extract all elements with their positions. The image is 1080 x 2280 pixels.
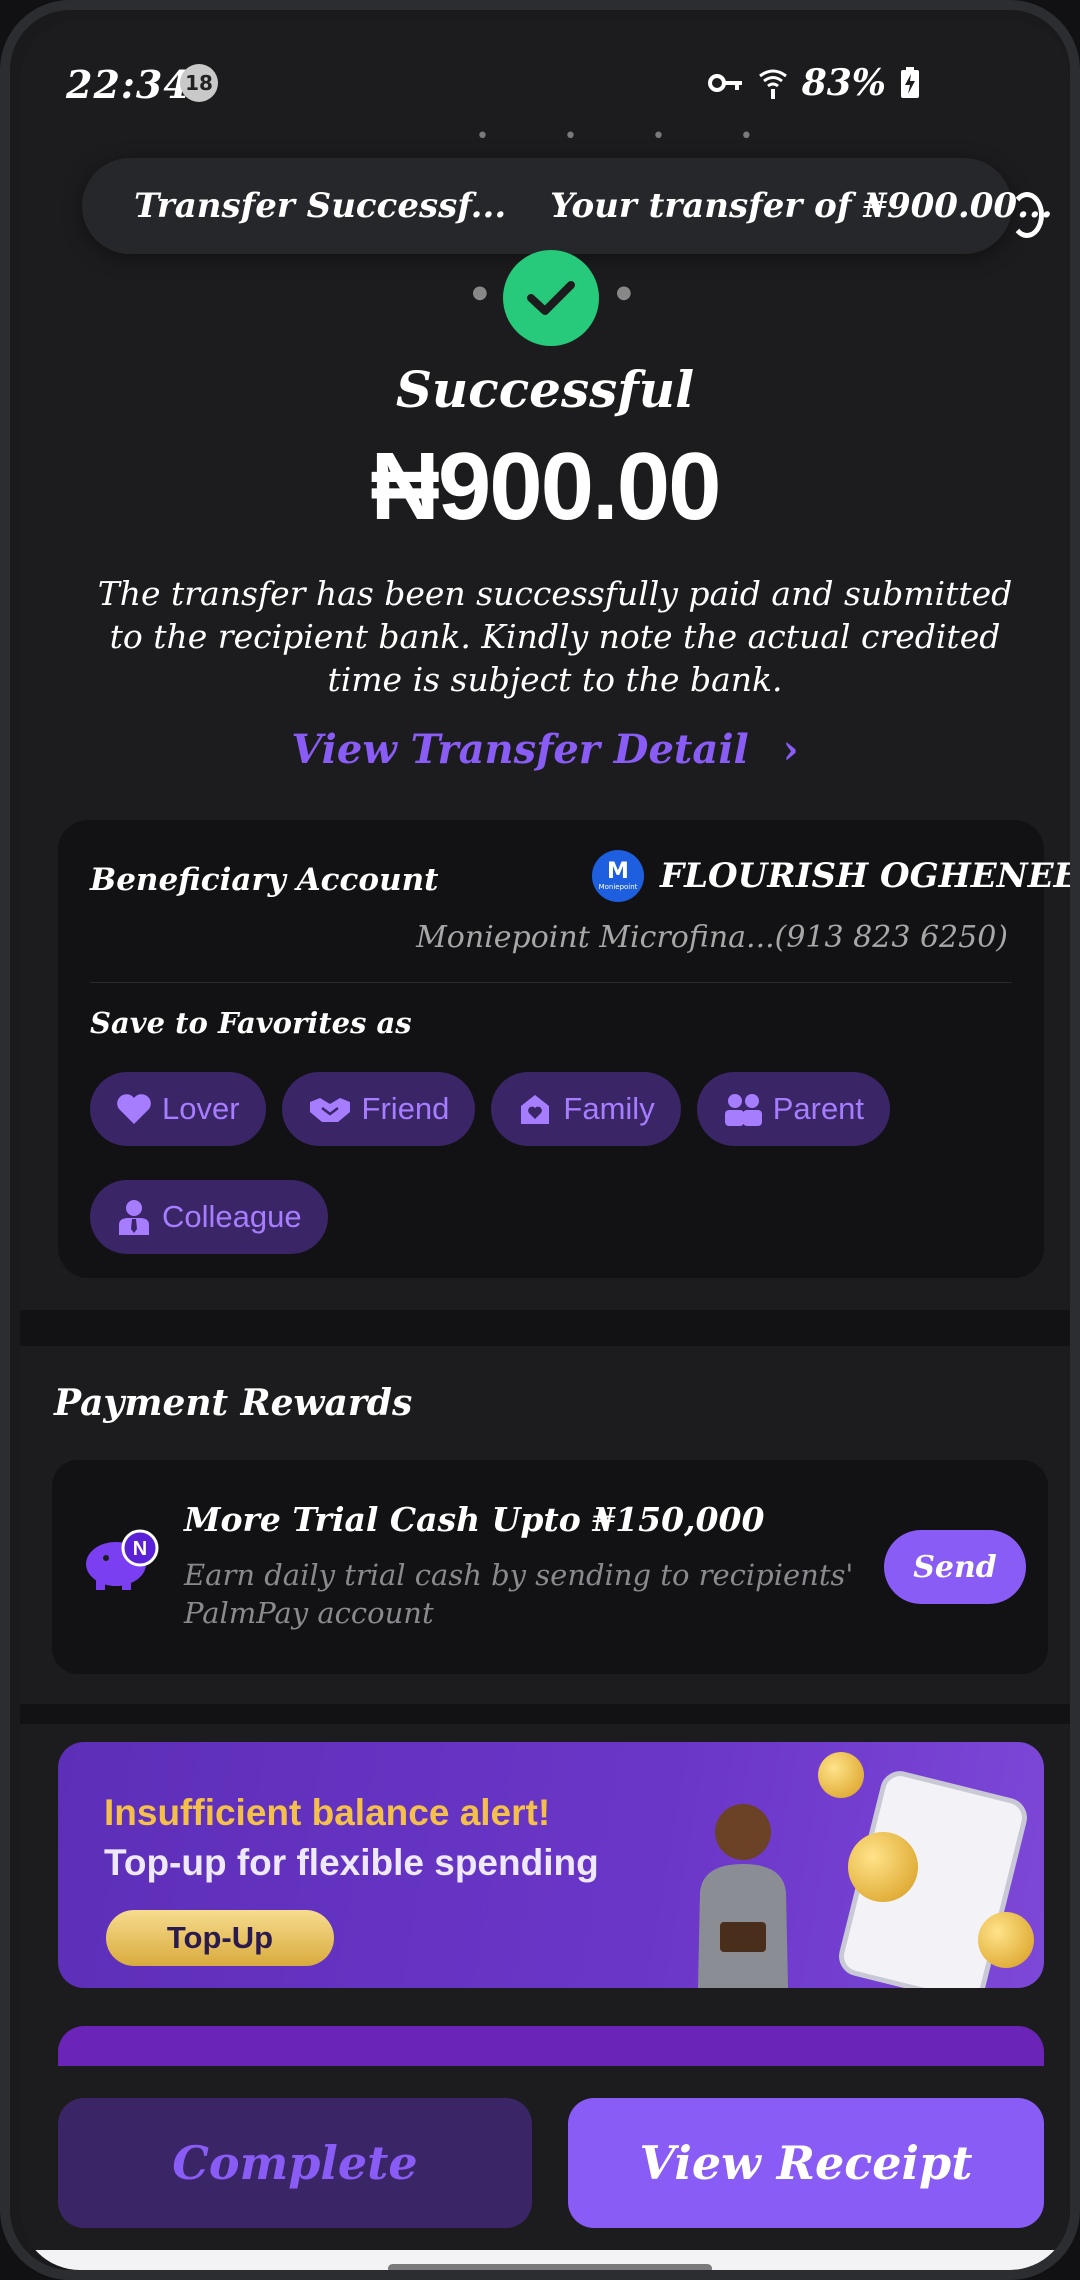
chip-family[interactable]: Family xyxy=(491,1072,681,1146)
vpn-key-icon xyxy=(707,72,744,94)
notification-toast[interactable]: Transfer Successf... Your transfer of ₦9… xyxy=(82,158,1053,254)
transfer-amount: ₦900.00 xyxy=(370,433,722,540)
view-receipt-button[interactable]: View Receipt xyxy=(568,2098,1044,2228)
chip-label: Colleague xyxy=(162,1199,302,1234)
section-separator xyxy=(20,1310,1070,1346)
home-indicator[interactable] xyxy=(388,2264,712,2270)
chip-parent[interactable]: Parent xyxy=(696,1072,891,1146)
notification-count-badge: 18 xyxy=(180,64,218,102)
device-frame: 22:34 18 83% • • • • Transfer Successf..… xyxy=(0,0,1080,2280)
toast-title: Transfer Successf... xyxy=(134,186,507,226)
banner-headline: Insufficient balance alert! xyxy=(104,1792,551,1833)
battery-charging-icon xyxy=(900,67,920,99)
piggy-bank-icon: N xyxy=(86,1529,159,1590)
heart-icon xyxy=(117,1094,151,1124)
screen: 22:34 18 83% • • • • Transfer Successf..… xyxy=(20,20,1070,2270)
loading-dots: • • • • xyxy=(476,124,787,149)
banner-subline: Top-up for flexible spending xyxy=(104,1842,599,1883)
section-separator xyxy=(20,1704,1070,1724)
chip-lover[interactable]: Lover xyxy=(90,1072,266,1146)
bank-logo-icon: M Moniepoint xyxy=(592,850,644,902)
chip-friend[interactable]: Friend xyxy=(281,1072,476,1146)
pig-badge-letter: N xyxy=(133,1538,147,1560)
beneficiary-card: Beneficiary Account M Moniepoint FLOURIS… xyxy=(58,820,1070,1278)
beneficiary-bank: Moniepoint Microfina...(913 823 6250) xyxy=(416,920,1008,955)
status-bar: 22:34 18 83% xyxy=(20,20,1070,140)
view-detail-label: View Transfer Detail xyxy=(291,726,749,773)
clock: 22:34 xyxy=(66,62,191,107)
topup-button[interactable]: Top-Up xyxy=(106,1910,334,1966)
send-button[interactable]: Send xyxy=(884,1530,1026,1604)
reward-card[interactable]: N More Trial Cash Upto ₦150,000 Earn dai… xyxy=(52,1460,1048,1674)
wifi-icon xyxy=(758,66,788,100)
person-tie-icon xyxy=(119,1200,149,1235)
bank-logo-text: Moniepoint xyxy=(598,883,638,891)
chip-colleague[interactable]: Colleague xyxy=(90,1180,328,1254)
complete-button[interactable]: Complete xyxy=(58,2098,532,2228)
topup-banner[interactable]: Insufficient balance alert! Top-up for f… xyxy=(58,1742,1044,1988)
decor-dot: ● xyxy=(472,282,488,303)
favorites-label: Save to Favorites as xyxy=(90,1006,412,1040)
toast-message: Your transfer of ₦900.00... xyxy=(550,186,1053,226)
view-transfer-detail-link[interactable]: View Transfer Detail › xyxy=(20,726,1070,773)
chevron-right-icon: › xyxy=(782,726,799,773)
payment-rewards-title: Payment Rewards xyxy=(54,1382,413,1424)
beneficiary-label: Beneficiary Account xyxy=(90,862,439,898)
man-illustration xyxy=(698,1804,788,1988)
refresh-icon xyxy=(1010,192,1044,238)
status-title: Successful xyxy=(395,360,695,419)
reward-title: More Trial Cash Upto ₦150,000 xyxy=(184,1500,765,1539)
handshake-icon xyxy=(309,1098,350,1122)
chip-label: Lover xyxy=(162,1091,240,1126)
battery-percentage: 83% xyxy=(801,62,886,104)
transfer-description: The transfer has been successfully paid … xyxy=(97,574,1013,699)
home-heart-icon xyxy=(521,1095,550,1124)
chip-label: Friend xyxy=(361,1091,450,1126)
chip-label: Family xyxy=(563,1091,655,1126)
bottom-action-bar: Complete View Receipt xyxy=(20,2066,1070,2250)
decor-dot: ● xyxy=(616,282,632,303)
success-check-icon xyxy=(503,250,599,346)
bank-logo-letter: M xyxy=(607,859,629,884)
coin-illustration xyxy=(818,1752,864,1798)
divider xyxy=(90,982,1012,983)
status-icons: 83% xyxy=(707,62,920,104)
coin-illustration xyxy=(848,1832,918,1902)
chip-label: Parent xyxy=(772,1091,865,1126)
coin-illustration xyxy=(978,1912,1034,1968)
favorite-chips: Lover Friend Family Parent Colleague xyxy=(90,1072,990,1254)
reward-subtitle: Earn daily trial cash by sending to reci… xyxy=(184,1558,854,1630)
beneficiary-name: FLOURISH OGHENEE... xyxy=(660,856,1070,896)
people-icon xyxy=(724,1094,762,1126)
